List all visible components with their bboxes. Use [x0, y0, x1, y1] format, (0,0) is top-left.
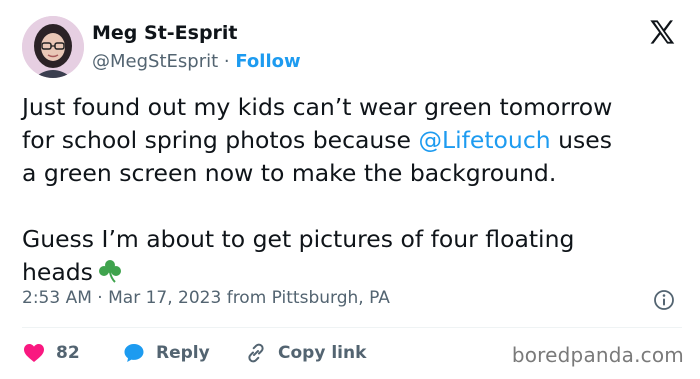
like-count: 82 [56, 343, 80, 363]
meta-separator: · [97, 288, 103, 308]
tweet-line-4: Guess I’m about to get pictures of four … [22, 225, 575, 253]
tweet-meta: 2:53 AM · Mar 17, 2023 from Pittsburgh, … [22, 288, 390, 308]
tweet-time[interactable]: 2:53 AM [22, 288, 92, 308]
author-handle[interactable]: @MegStEsprit [92, 51, 218, 72]
avatar-image [22, 16, 84, 78]
follow-button[interactable]: Follow [235, 51, 300, 72]
mention-link[interactable]: @Lifetouch [418, 126, 550, 154]
tweet-line-5-text: heads [22, 258, 93, 286]
divider [22, 327, 682, 328]
tweet-line-2-end: uses [550, 126, 612, 154]
tweet-card: Meg St-Esprit @MegStEsprit · Follow Just… [0, 0, 700, 379]
tweet-location: from Pittsburgh, PA [226, 288, 390, 308]
copy-link-button[interactable]: Copy link [244, 339, 366, 367]
link-icon [248, 343, 264, 363]
copy-link-label: Copy link [278, 343, 367, 363]
author-name[interactable]: Meg St-Esprit [92, 22, 238, 44]
tweet-line-2: for school spring photos because @Lifeto… [22, 124, 682, 157]
tweet-line-3: a green screen now to make the backgroun… [22, 159, 557, 187]
heart-icon [24, 344, 44, 362]
reply-button[interactable]: Reply [122, 339, 210, 367]
avatar[interactable] [22, 16, 84, 78]
like-button[interactable]: 82 [22, 339, 80, 367]
reply-label: Reply [156, 343, 210, 363]
tweet-header: Meg St-Esprit @MegStEsprit · Follow [22, 14, 678, 78]
watermark: boredpanda.com [511, 343, 684, 367]
tweet-line-5: heads [22, 256, 682, 289]
tweet-text: Just found out my kids can’t wear green … [22, 91, 682, 289]
handle-separator: · [223, 51, 230, 72]
info-icon[interactable] [652, 288, 676, 312]
shamrock-icon [98, 260, 121, 283]
author-handle-line: @MegStEsprit · Follow [92, 51, 301, 72]
tweet-line-1: Just found out my kids can’t wear green … [22, 93, 613, 121]
reply-bubble-icon [124, 344, 144, 362]
tweet-date[interactable]: Mar 17, 2023 [108, 288, 221, 308]
x-logo-icon[interactable] [648, 18, 676, 46]
tweet-line-2-start: for school spring photos because [22, 126, 419, 154]
